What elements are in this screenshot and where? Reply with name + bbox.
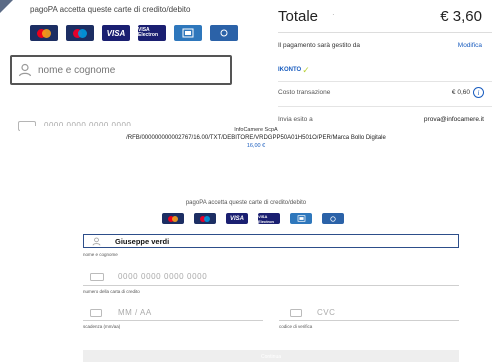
amex-icon bbox=[290, 213, 312, 224]
check-icon: ✓ bbox=[302, 64, 310, 75]
expiry-underline bbox=[83, 320, 263, 321]
payment-amount: 16,00 € bbox=[246, 143, 266, 149]
accepted-cards-row: VISA VISA Electron bbox=[162, 213, 344, 224]
window-corner-mark bbox=[0, 0, 13, 13]
card-back-icon bbox=[290, 309, 302, 317]
user-icon bbox=[18, 63, 32, 77]
mastercard-icon bbox=[162, 213, 184, 224]
cvc-label: codice di verifica bbox=[279, 324, 313, 329]
creditor-name: InfoCamere ScpA bbox=[234, 127, 278, 133]
total-amount: € 3,60 bbox=[440, 8, 482, 25]
psp-logo: IKONTO ✓ bbox=[278, 64, 310, 76]
maestro-icon bbox=[66, 25, 94, 41]
psp-logo-text: IKONTO bbox=[278, 67, 302, 73]
psp-managed-label: Il pagamento sarà gestito da bbox=[278, 42, 361, 49]
visa-icon: VISA bbox=[102, 25, 130, 41]
summary-divider bbox=[278, 32, 492, 33]
summary-divider bbox=[278, 106, 492, 107]
amex-icon bbox=[174, 25, 202, 41]
payment-description-banner: InfoCamere ScpA /RFB/000000000002767/16.… bbox=[20, 126, 492, 152]
card-number-label: numero della carta di credito bbox=[83, 289, 140, 294]
card-number-underline bbox=[83, 285, 459, 286]
cardholder-name-input[interactable] bbox=[38, 64, 218, 76]
cvc-input[interactable]: CVC bbox=[317, 308, 335, 317]
mastercard-icon bbox=[30, 25, 58, 41]
cardholder-name-label: nome e cognome bbox=[83, 252, 118, 257]
visa-icon: VISA bbox=[226, 213, 248, 224]
credit-card-icon bbox=[90, 273, 104, 281]
send-result-email[interactable]: prova@infocamere.it bbox=[424, 116, 484, 123]
diners-icon bbox=[322, 213, 344, 224]
fee-label: Costo transazione bbox=[278, 89, 331, 96]
send-result-label: Invia esito a bbox=[278, 116, 313, 123]
summary-divider bbox=[278, 81, 492, 82]
payment-reference: /RFB/000000000002767/16.00/TXT/DEBITORE/… bbox=[126, 135, 386, 141]
cardholder-name-input[interactable] bbox=[115, 236, 415, 246]
maestro-icon bbox=[194, 213, 216, 224]
visa-electron-icon: VISA Electron bbox=[138, 25, 166, 41]
calendar-icon bbox=[90, 309, 102, 317]
accepted-cards-caption: pagoPA accetta queste carte di credito/d… bbox=[30, 5, 191, 14]
psp-edit-link[interactable]: Modifica bbox=[458, 42, 482, 49]
total-label: Totale bbox=[278, 8, 319, 25]
accepted-cards-row: VISA VISA Electron bbox=[30, 25, 238, 41]
user-icon bbox=[92, 237, 101, 246]
visa-electron-icon: VISA Electron bbox=[258, 213, 280, 224]
card-number-input[interactable]: 0000 0000 0000 0000 bbox=[118, 272, 207, 281]
expiry-input[interactable]: MM / AA bbox=[118, 308, 152, 317]
accepted-cards-caption: pagoPA accetta queste carte di credito/d… bbox=[185, 200, 307, 206]
continue-button[interactable]: Continua bbox=[83, 350, 459, 362]
cvc-underline bbox=[279, 320, 459, 321]
cardholder-name-field[interactable] bbox=[10, 55, 232, 85]
expiry-label: scadenza (mm/aa) bbox=[83, 324, 121, 329]
diners-icon bbox=[210, 25, 238, 41]
fee-amount: € 0,60 bbox=[451, 89, 470, 96]
info-icon[interactable]: i bbox=[473, 87, 484, 98]
cardholder-name-field[interactable] bbox=[83, 234, 459, 248]
total-separator-dot: · bbox=[332, 10, 335, 19]
